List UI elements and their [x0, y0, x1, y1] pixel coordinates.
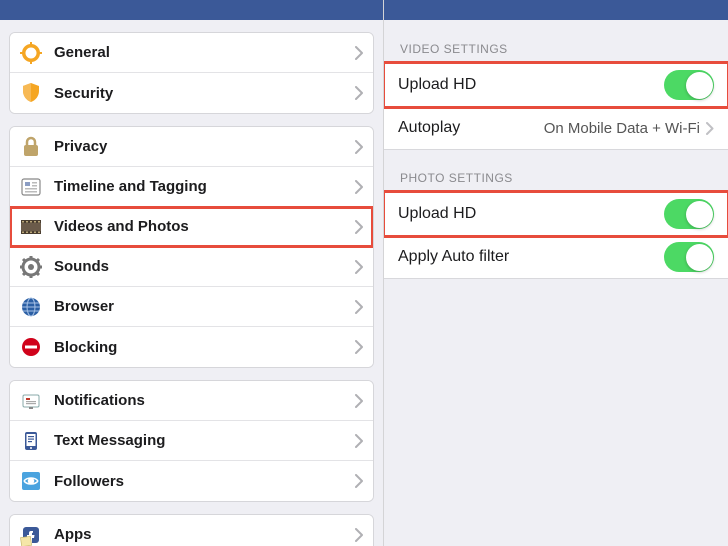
settings-group: Notifications Text Messaging Followers	[9, 380, 374, 502]
block-icon	[20, 336, 42, 358]
video-autoplay[interactable]: AutoplayOn Mobile Data + Wi-Fi	[384, 106, 728, 150]
detail-panel: VIDEO SETTINGS Upload HD AutoplayOn Mobile…	[384, 0, 728, 546]
settings-group: AppsAds	[9, 514, 374, 546]
nav-bar-left	[0, 0, 383, 20]
notifications-icon	[20, 390, 42, 412]
row-label: Text Messaging	[54, 432, 355, 449]
settings-security[interactable]: Security	[10, 73, 373, 113]
chevron-right-icon	[706, 122, 714, 135]
settings-list-scroll[interactable]: General Security Privacy Timeline and Taggi…	[0, 20, 383, 546]
toggle-switch[interactable]	[664, 199, 714, 229]
row-label: Apps	[54, 526, 355, 543]
globe-icon	[20, 296, 42, 318]
toggle-switch[interactable]	[664, 70, 714, 100]
gear-icon	[20, 42, 42, 64]
chevron-right-icon	[355, 340, 363, 354]
followers-icon	[20, 470, 42, 492]
lock-icon	[20, 136, 42, 158]
row-label: Timeline and Tagging	[54, 178, 355, 195]
row-label: Notifications	[54, 392, 355, 409]
timeline-icon	[20, 176, 42, 198]
chevron-right-icon	[355, 180, 363, 194]
settings-general[interactable]: General	[10, 33, 373, 73]
chevron-right-icon	[355, 86, 363, 100]
settings-group: Privacy Timeline and Tagging Videos and Ph…	[9, 126, 374, 368]
settings-privacy[interactable]: Privacy	[10, 127, 373, 167]
settings-blocking[interactable]: Blocking	[10, 327, 373, 367]
chevron-right-icon	[355, 46, 363, 60]
chevron-right-icon	[355, 220, 363, 234]
settings-list-panel: General Security Privacy Timeline and Taggi…	[0, 0, 384, 546]
chevron-right-icon	[355, 140, 363, 154]
gear-gray-icon	[20, 256, 42, 278]
sms-icon	[20, 430, 42, 452]
settings-notifications[interactable]: Notifications	[10, 381, 373, 421]
row-label: Videos and Photos	[54, 218, 355, 235]
film-icon	[20, 216, 42, 238]
settings-text-messaging[interactable]: Text Messaging	[10, 421, 373, 461]
video-upload-hd[interactable]: Upload HD	[384, 63, 728, 107]
row-label: Followers	[54, 473, 355, 490]
row-label: Blocking	[54, 339, 355, 356]
chevron-right-icon	[355, 394, 363, 408]
row-label: Sounds	[54, 258, 355, 275]
photo-auto-filter[interactable]: Apply Auto filter	[384, 235, 728, 279]
setting-label: Upload HD	[398, 76, 664, 94]
chevron-right-icon	[355, 434, 363, 448]
settings-group: General Security	[9, 32, 374, 114]
photo-upload-hd[interactable]: Upload HD	[384, 192, 728, 236]
setting-label: Upload HD	[398, 205, 664, 223]
section-header: PHOTO SETTINGS	[384, 149, 728, 192]
chevron-right-icon	[355, 260, 363, 274]
setting-label: Apply Auto filter	[398, 248, 664, 266]
section-header: VIDEO SETTINGS	[384, 20, 728, 63]
settings-videos-photos[interactable]: Videos and Photos	[10, 207, 373, 247]
settings-followers[interactable]: Followers	[10, 461, 373, 501]
settings-timeline[interactable]: Timeline and Tagging	[10, 167, 373, 207]
row-label: Browser	[54, 298, 355, 315]
shield-icon	[20, 82, 42, 104]
nav-bar-right	[384, 0, 728, 20]
settings-apps[interactable]: Apps	[10, 515, 373, 546]
setting-label: Autoplay	[398, 119, 544, 137]
row-label: General	[54, 44, 355, 61]
settings-browser[interactable]: Browser	[10, 287, 373, 327]
settings-sounds[interactable]: Sounds	[10, 247, 373, 287]
chevron-right-icon	[355, 300, 363, 314]
apps-icon	[20, 524, 42, 546]
detail-scroll[interactable]: VIDEO SETTINGS Upload HD AutoplayOn Mobile…	[384, 20, 728, 546]
chevron-right-icon	[355, 528, 363, 542]
setting-value: On Mobile Data + Wi-Fi	[544, 120, 700, 137]
chevron-right-icon	[355, 474, 363, 488]
row-label: Security	[54, 85, 355, 102]
toggle-switch[interactable]	[664, 242, 714, 272]
row-label: Privacy	[54, 138, 355, 155]
